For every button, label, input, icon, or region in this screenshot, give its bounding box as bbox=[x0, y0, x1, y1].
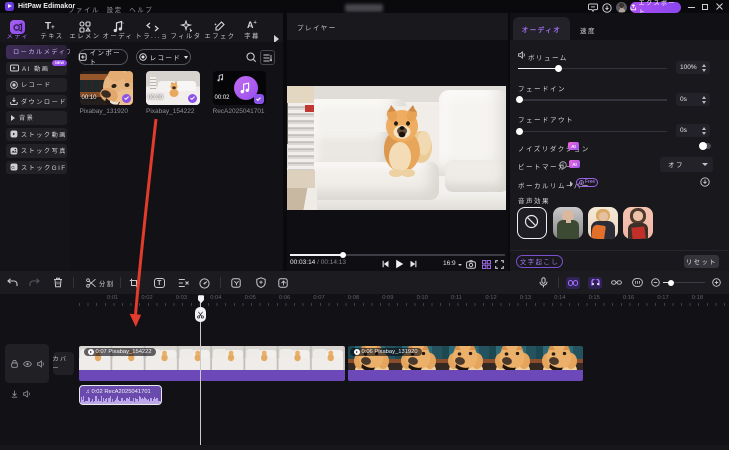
svg-text:G: G bbox=[11, 165, 15, 170]
